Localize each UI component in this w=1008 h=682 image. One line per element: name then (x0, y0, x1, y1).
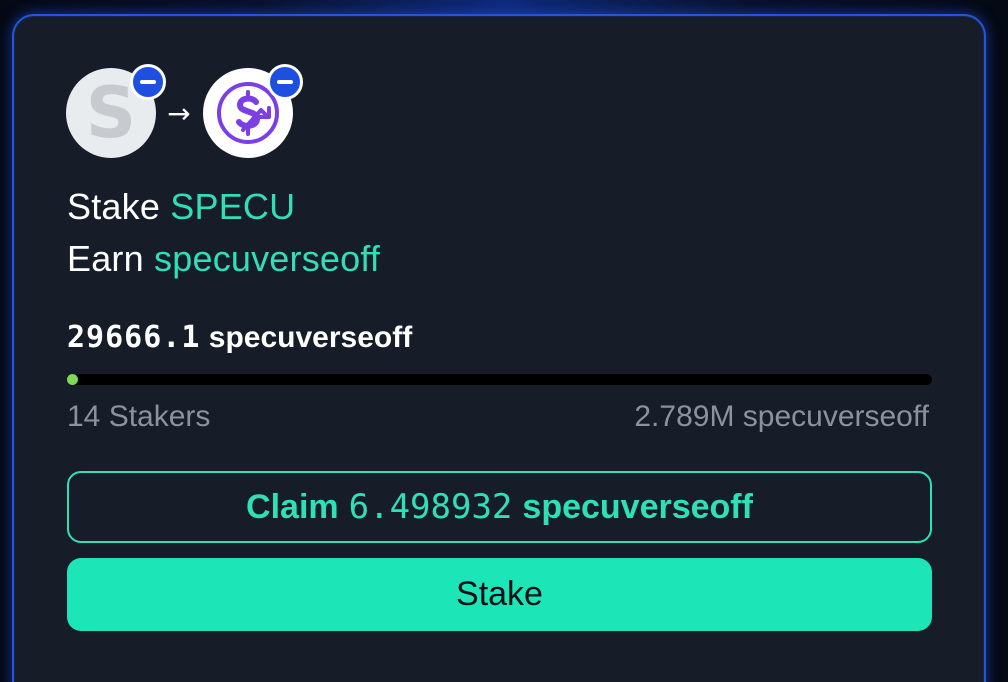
earn-prefix: Earn (67, 238, 144, 279)
pool-progress-fill (67, 374, 78, 385)
claim-button[interactable]: Claim 6.498932 specuverseoff (67, 471, 932, 543)
stake-token-name: SPECU (170, 186, 296, 227)
earn-token-icon (203, 64, 303, 158)
stake-heading: Stake SPECU (67, 186, 295, 228)
earn-token-name: specuverseoff (154, 238, 381, 279)
stakers-count: 14 Stakers (67, 400, 211, 433)
minus-badge-icon (130, 64, 166, 100)
staking-pool-card: S → Stake SPECU Earn specuverseoff 29666… (12, 14, 986, 682)
stake-button-label: Stake (456, 575, 543, 613)
page-background: S → Stake SPECU Earn specuverseoff 29666… (0, 0, 1008, 682)
arrow-right-icon: → (167, 96, 191, 130)
stake-button[interactable]: Stake (67, 558, 932, 631)
stake-prefix: Stake (67, 186, 161, 227)
claim-amount: 6.498932 (348, 487, 513, 527)
pool-progress-bar (67, 374, 932, 385)
token-pair: S → (66, 64, 326, 163)
stake-token-icon: S (66, 64, 166, 158)
reward-amount-value: 29666.1 (67, 320, 201, 355)
claim-unit: specuverseoff (522, 487, 753, 526)
pool-total: 2.789M specuverseoff (634, 400, 929, 433)
minus-badge-icon (267, 64, 303, 100)
earn-heading: Earn specuverseoff (67, 238, 380, 280)
reward-amount-unit: specuverseoff (208, 321, 413, 354)
reward-amount: 29666.1 specuverseoff (67, 320, 412, 355)
claim-label: Claim (246, 487, 339, 526)
